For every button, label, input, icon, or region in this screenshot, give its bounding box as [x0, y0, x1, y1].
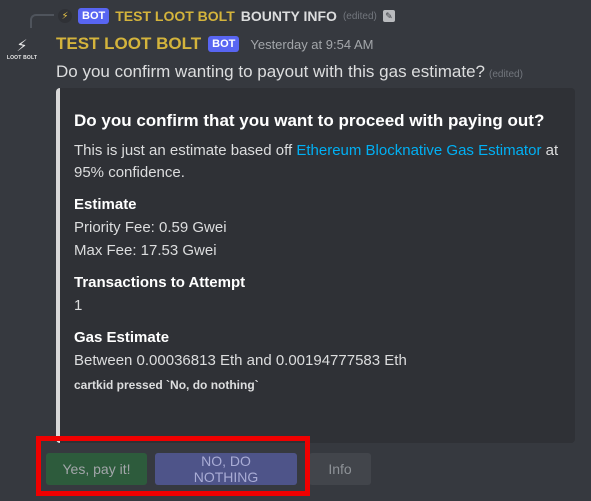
avatar-logo-text: LOOT BOLT — [6, 55, 38, 61]
reply-text[interactable]: BOUNTY INFO — [241, 8, 337, 24]
reply-avatar-icon: ⚡ — [58, 9, 72, 23]
message-author[interactable]: TEST LOOT BOLT — [56, 34, 201, 54]
no-do-nothing-button[interactable]: NO, DO NOTHING — [155, 453, 297, 485]
embed-field-value: Priority Fee: 0.59 Gwei — [74, 219, 227, 236]
embed-field-estimate: Estimate Priority Fee: 0.59 Gwei Max Fee… — [74, 194, 559, 262]
embed-description-link[interactable]: Ethereum Blocknative Gas Estimator — [296, 142, 541, 159]
avatar[interactable]: ⚡ LOOT BOLT — [6, 34, 38, 66]
lightning-bolt-icon: ⚡ — [16, 38, 28, 55]
embed-field-value: Between 0.00036813 Eth and 0.00194777583… — [74, 352, 407, 369]
embed-footer-note: cartkid pressed `No, do nothing` — [74, 378, 259, 392]
embed-title: Do you confirm that you want to proceed … — [74, 111, 545, 130]
reply-edited-label: (edited) — [342, 10, 377, 22]
message-edited-label: (edited) — [489, 69, 523, 80]
embed-field-transactions: Transactions to Attempt 1 — [74, 272, 559, 317]
message-timestamp: Yesterday at 9:54 AM — [250, 36, 374, 52]
embed: Do you confirm that you want to proceed … — [56, 88, 575, 443]
message-text: Do you confirm wanting to payout with th… — [56, 62, 485, 81]
embed-field-name: Transactions to Attempt — [74, 274, 246, 291]
message-content: Do you confirm wanting to payout with th… — [56, 62, 523, 82]
edit-icon: ✎ — [382, 10, 395, 22]
info-button[interactable]: Info — [309, 453, 371, 485]
message-bot-tag: BOT — [208, 36, 240, 52]
embed-field-value: Max Fee: 17.53 Gwei — [74, 242, 217, 259]
embed-field-value: 1 — [74, 297, 83, 314]
reply-connector — [30, 14, 54, 28]
reply-author[interactable]: TEST LOOT BOLT — [115, 8, 235, 24]
embed-field-name: Gas Estimate — [74, 329, 170, 346]
embed-description: This is just an estimate based off Ether… — [74, 140, 559, 184]
yes-pay-button[interactable]: Yes, pay it! — [46, 453, 147, 485]
embed-field-gas-estimate: Gas Estimate Between 0.00036813 Eth and … — [74, 327, 559, 372]
message-header: TEST LOOT BOLT BOT Yesterday at 9:54 AM — [56, 33, 373, 55]
embed-field-name: Estimate — [74, 196, 137, 213]
embed-description-pre: This is just an estimate based off — [74, 142, 297, 159]
action-buttons: Yes, pay it! NO, DO NOTHING Info — [46, 453, 371, 485]
reply-preview[interactable]: ⚡ BOT TEST LOOT BOLT BOUNTY INFO (edited… — [58, 6, 395, 26]
reply-bot-tag: BOT — [78, 8, 110, 24]
